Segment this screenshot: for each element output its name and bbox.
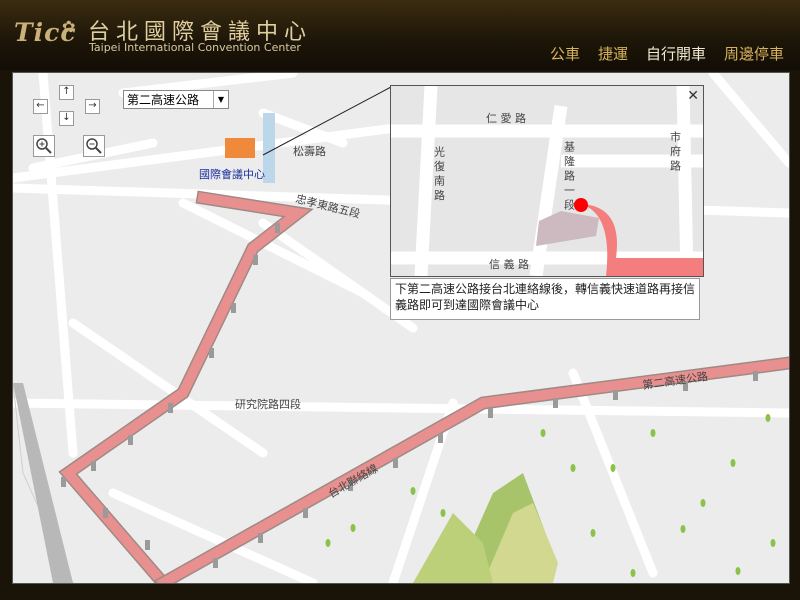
zoom-in-icon	[36, 138, 52, 154]
main-nav: 公車 捷運 自行開車 周邊停車	[550, 43, 784, 64]
nav-bus[interactable]: 公車	[550, 43, 580, 64]
popup-road-shifu: 市 府 路	[669, 130, 682, 172]
popup-road-ren-ai: 仁 愛 路	[486, 112, 526, 125]
detail-map: 仁 愛 路 信 義 路 光 復 南 路 基 隆 路 一 段 市 府 路	[391, 85, 703, 277]
destination-marker	[574, 198, 588, 212]
route-map[interactable]: 忠孝東路五段 松壽路 研究院路四段 第二高速公路 台北聯絡線 國際會議中心 ↑ …	[12, 72, 790, 584]
road-label-yanjiuyuan: 研究院路四段	[235, 397, 301, 411]
popup-road-xinyi: 信 義 路	[489, 257, 529, 271]
chevron-down-icon: ▼	[213, 91, 228, 108]
nav-parking[interactable]: 周邊停車	[724, 43, 784, 64]
pan-down-button[interactable]: ↓	[59, 111, 74, 126]
pan-right-button[interactable]: →	[85, 99, 100, 114]
detail-popup: ✕ 仁 愛 路 信 義 路 光 復 南 路 基 隆 路 一 段 市 府 路	[390, 85, 704, 277]
pan-up-button[interactable]: ↑	[59, 85, 74, 100]
popup-road-keelung: 基 隆 路 一 段	[563, 141, 576, 211]
road-label-songshou: 松壽路	[293, 144, 326, 158]
venue-building-icon	[225, 138, 255, 158]
site-header: Ticc ✿ 台北國際會議中心 Taipei International Con…	[0, 0, 800, 70]
zoom-in-button[interactable]	[33, 135, 55, 157]
popup-road-guangfu: 光 復 南 路	[433, 145, 446, 201]
logo-flower-icon: ✿	[62, 17, 76, 36]
zoom-out-icon	[86, 138, 102, 154]
route-select-value: 第二高速公路	[127, 93, 200, 107]
venue-label: 國際會議中心	[199, 167, 265, 181]
route-select[interactable]: 第二高速公路 ▼	[123, 90, 229, 109]
close-icon[interactable]: ✕	[687, 88, 699, 104]
pan-left-button[interactable]: ←	[33, 99, 48, 114]
route-description: 下第二高速公路接台北連絡線後，轉信義快速道路再接信義路即可到達國際會議中心	[390, 278, 700, 320]
nav-driving[interactable]: 自行開車	[646, 43, 706, 64]
nav-mrt[interactable]: 捷運	[598, 43, 628, 64]
zoom-out-button[interactable]	[83, 135, 105, 157]
site-subtitle: Taipei International Convention Center	[89, 41, 301, 54]
